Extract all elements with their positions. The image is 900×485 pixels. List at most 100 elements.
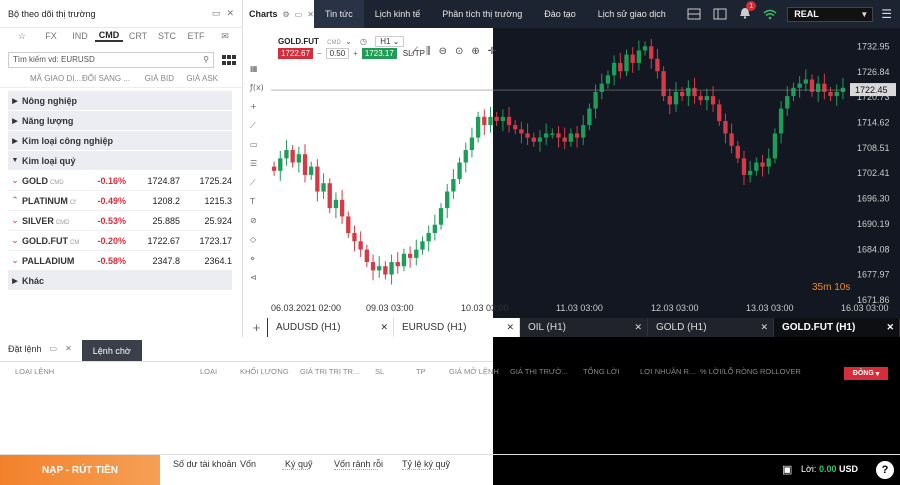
tab-pending[interactable]: Lệnh chờ bbox=[81, 340, 142, 361]
orders-column-header[interactable]: GIÁ THỊ TRƯỜ... bbox=[510, 367, 568, 376]
group-header[interactable]: ▶ Khác bbox=[8, 271, 232, 291]
sell-button[interactable]: 1722.67 bbox=[278, 48, 313, 59]
orders-column-header[interactable]: TP bbox=[416, 367, 426, 376]
watch-row[interactable]: ⌃ PLATINUM Cf -0.49% 1208.2 1215.3 bbox=[8, 191, 232, 211]
group-header[interactable]: ▶ Nông nghiệp bbox=[8, 91, 232, 111]
watch-row[interactable]: ⌄ SILVER CMD -0.53% 25.885 25.924 bbox=[8, 211, 232, 231]
zoom-reset-icon[interactable]: ⊙ bbox=[455, 46, 463, 57]
chart-tab[interactable]: GOLD.FUT (H1) ✕ bbox=[774, 318, 900, 337]
notifications-button[interactable]: 1 bbox=[739, 1, 757, 21]
chart-tab[interactable]: AUDUSD (H1) ✕ bbox=[268, 318, 394, 337]
watch-row[interactable]: ⌄ GOLD CMD -0.16% 1724.87 1725.24 bbox=[8, 171, 232, 191]
plus-icon[interactable]: + bbox=[353, 49, 358, 58]
col-bid[interactable]: GIÁ BID bbox=[140, 74, 174, 87]
watch-row[interactable]: ⌄ GOLD.FUT CM -0.20% 1722.67 1723.17 bbox=[8, 231, 232, 251]
close-icon[interactable]: ✕ bbox=[886, 322, 894, 333]
orders-column-header[interactable]: LOẠI bbox=[200, 367, 217, 376]
rectangle-icon[interactable]: ▭ bbox=[250, 140, 258, 149]
deposit-withdraw-button[interactable]: NẠP - RÚT TIỀN bbox=[0, 455, 160, 485]
asset-tab[interactable]: IND bbox=[66, 31, 94, 41]
col-symbol[interactable]: MÃ GIAO DỊ... bbox=[30, 74, 82, 87]
group-header[interactable]: ▼ Kim loại quý bbox=[8, 151, 232, 171]
orders-column-header[interactable]: % LỜI/LỖ RÒNG bbox=[700, 367, 758, 376]
account-select[interactable]: REAL ▼ bbox=[787, 6, 874, 22]
minus-icon[interactable]: − bbox=[317, 49, 322, 58]
share-icon[interactable]: ⊲ bbox=[250, 273, 257, 282]
chart-tab[interactable]: EURUSD (H1) ✕ bbox=[394, 318, 520, 337]
close-icon[interactable]: ✕ bbox=[307, 10, 314, 19]
close-icon[interactable]: ✕ bbox=[226, 8, 234, 19]
line-icon[interactable]: ⟋ bbox=[250, 121, 256, 130]
asset-tab[interactable]: CMD bbox=[95, 30, 123, 42]
asset-tab[interactable]: ☆ bbox=[8, 31, 36, 42]
charts-tab[interactable]: Charts ⚙ ▭ ✕ bbox=[246, 0, 314, 28]
asset-tab[interactable]: FX bbox=[37, 31, 65, 41]
orders-column-header[interactable]: TỔNG LỜI bbox=[583, 367, 619, 376]
close-all-button[interactable]: ĐÓNG ▾ bbox=[844, 367, 888, 380]
nav-item[interactable]: Tin tức bbox=[314, 0, 364, 28]
layers-icon[interactable]: ◇ bbox=[250, 235, 257, 244]
cross-icon[interactable]: + bbox=[250, 102, 257, 111]
bar-type-icon[interactable]: ⫼ bbox=[426, 46, 431, 57]
grid-view-icon[interactable] bbox=[222, 55, 236, 65]
asset-tab[interactable]: CRT bbox=[124, 31, 152, 41]
help-button[interactable]: ? bbox=[876, 461, 894, 479]
fib-icon[interactable]: ☰ bbox=[250, 159, 257, 168]
orders-column-header[interactable]: LOẠI LỆNH bbox=[15, 367, 54, 376]
bid-value: 25.885 bbox=[152, 215, 180, 226]
group-header[interactable]: ▶ Kim loại công nghiệp bbox=[8, 131, 232, 151]
close-icon[interactable]: ✕ bbox=[634, 322, 642, 333]
close-icon[interactable]: ✕ bbox=[380, 322, 388, 333]
add-chart-button[interactable]: + bbox=[246, 318, 268, 337]
col-change[interactable]: ĐỔI SANG ... bbox=[82, 74, 140, 87]
menu-icon[interactable]: ☰ bbox=[881, 7, 892, 21]
tab-orders[interactable]: Đặt lệnh ▭ ✕ bbox=[8, 336, 78, 361]
window-icon[interactable] bbox=[713, 8, 727, 20]
zoom-in-icon[interactable]: ⊕ bbox=[471, 46, 479, 57]
indicator-icon[interactable]: ⟋ bbox=[411, 46, 418, 57]
crosshair-icon[interactable]: ✛ bbox=[488, 46, 496, 57]
buy-button[interactable]: 1723.17 bbox=[361, 48, 397, 59]
orders-column-header[interactable]: ROLLOVER bbox=[760, 367, 801, 376]
asset-tab[interactable]: ✉ bbox=[211, 31, 239, 42]
pen-icon[interactable]: ⟋ bbox=[250, 178, 256, 187]
chart-tab[interactable]: OIL (H1) ✕ bbox=[520, 318, 648, 337]
close-icon[interactable]: ✕ bbox=[65, 344, 72, 353]
zoom-out-icon[interactable]: ⊖ bbox=[439, 46, 447, 57]
asset-tab[interactable]: STC bbox=[153, 31, 181, 41]
orders-column-header[interactable]: KHỐI LƯỢNG bbox=[240, 367, 289, 376]
col-ask[interactable]: GIÁ ASK bbox=[174, 74, 218, 87]
cursor-icon[interactable]: ▦ bbox=[250, 64, 258, 73]
settings-icon[interactable]: ⚙ bbox=[283, 10, 290, 19]
orders-column-header[interactable]: GIÁ MỞ LỆNH bbox=[449, 367, 499, 376]
function-icon[interactable]: ƒ(x) bbox=[249, 83, 264, 92]
magnet-icon[interactable]: ⊘ bbox=[250, 216, 257, 225]
clock-icon[interactable]: ◷ bbox=[360, 37, 367, 46]
nav-item[interactable]: Lịch sử giao dịch bbox=[587, 0, 677, 28]
timeframe-select[interactable]: H1 ⌄ bbox=[375, 36, 405, 47]
orders-column-header[interactable]: LỢI NHUẬN R... bbox=[640, 367, 695, 376]
minimize-icon[interactable]: ▭ bbox=[295, 10, 303, 19]
watch-row[interactable]: ⌄ PALLADIUM -0.58% 2347.8 2364.1 bbox=[8, 251, 232, 271]
search-input[interactable]: Tìm kiếm vd: EURUSD ⚲ bbox=[8, 52, 214, 68]
candle-body bbox=[525, 133, 530, 138]
orders-column-header[interactable]: SL bbox=[375, 367, 384, 376]
minimize-icon[interactable]: ▭ bbox=[50, 344, 58, 353]
text-icon[interactable]: T bbox=[249, 197, 255, 206]
minimize-icon[interactable]: ▭ bbox=[212, 8, 221, 19]
close-icon[interactable]: ✕ bbox=[760, 322, 768, 333]
orders-column-header[interactable]: GIÁ TRỊ TRỊ TR... bbox=[300, 367, 359, 376]
nav-item[interactable]: Đào tạo bbox=[533, 0, 587, 28]
price-chart[interactable]: ▦ƒ(x)+⟋▭☰⟋T⊘◇⋄⊲ 1732.951726.841720.73171… bbox=[246, 28, 900, 318]
chart-tab[interactable]: GOLD (H1) ✕ bbox=[648, 318, 774, 337]
shapes-icon[interactable]: ⋄ bbox=[250, 254, 255, 263]
x-tick-label: 13.03 03:00 bbox=[746, 303, 794, 313]
close-icon[interactable]: ✕ bbox=[506, 322, 514, 333]
lot-input[interactable]: 0.50 bbox=[325, 48, 350, 59]
group-header[interactable]: ▶ Năng lượng bbox=[8, 111, 232, 131]
chevron-down-icon[interactable]: ⌄ bbox=[345, 37, 352, 46]
asset-tab[interactable]: ETF bbox=[182, 31, 210, 41]
layout-icon[interactable] bbox=[687, 8, 701, 20]
nav-item[interactable]: Lịch kinh tế bbox=[364, 0, 432, 28]
nav-item[interactable]: Phân tích thị trường bbox=[431, 0, 533, 28]
